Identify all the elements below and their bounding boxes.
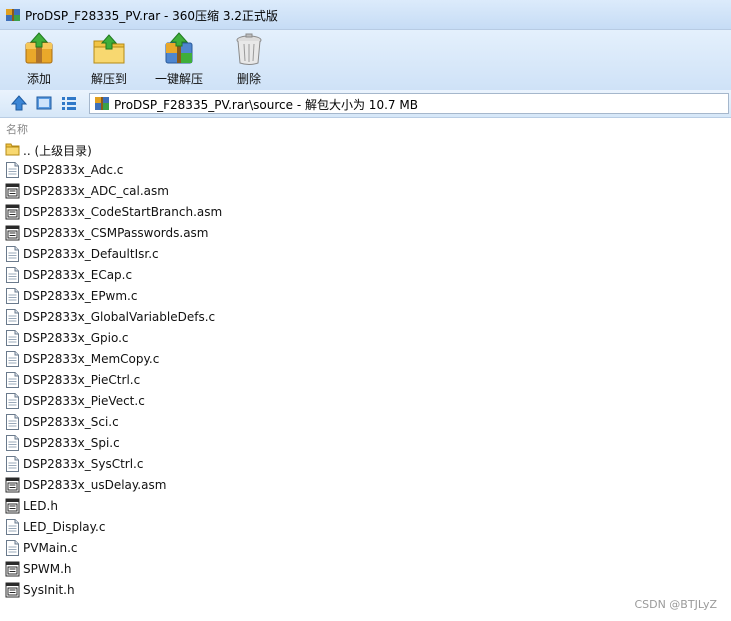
c-source-file-icon [5,456,20,472]
address-bar: ProDSP_F28335_PV.rar\source - 解包大小为 10.7… [0,90,731,118]
large-icon-view-icon[interactable] [35,94,53,112]
file-name: DSP2833x_usDelay.asm [23,478,167,492]
file-name: LED.h [23,499,58,513]
file-row[interactable]: DSP2833x_EPwm.c [0,286,400,307]
file-row[interactable]: SysInit.h [0,580,400,601]
asm-file-icon [5,183,20,199]
file-name: DSP2833x_MemCopy.c [23,352,160,366]
file-row[interactable]: DSP2833x_DefaultIsr.c [0,244,400,265]
folder-icon [5,143,20,156]
add-archive-icon [25,32,53,64]
asm-file-icon [5,477,20,493]
c-source-file-icon [5,288,20,304]
one-click-extract-button[interactable]: 一键解压 [150,30,208,90]
file-row[interactable]: DSP2833x_Adc.c [0,160,400,181]
file-name: DSP2833x_CSMPasswords.asm [23,226,209,240]
file-row[interactable]: DSP2833x_SysCtrl.c [0,454,400,475]
file-row[interactable]: DSP2833x_CodeStartBranch.asm [0,202,400,223]
file-row[interactable]: LED_Display.c [0,517,400,538]
c-source-file-icon [5,393,20,409]
file-row[interactable]: DSP2833x_PieCtrl.c [0,370,400,391]
up-arrow-icon[interactable] [10,94,28,112]
file-name: DSP2833x_Gpio.c [23,331,129,345]
file-row[interactable]: DSP2833x_Gpio.c [0,328,400,349]
address-path: ProDSP_F28335_PV.rar\source - 解包大小为 10.7… [114,98,418,112]
file-row[interactable]: DSP2833x_MemCopy.c [0,349,400,370]
file-row[interactable]: DSP2833x_usDelay.asm [0,475,400,496]
c-source-file-icon [5,414,20,430]
extract-to-label: 解压到 [90,72,127,86]
file-name: DSP2833x_PieCtrl.c [23,373,141,387]
header-file-icon [5,561,20,577]
file-row[interactable]: DSP2833x_ADC_cal.asm [0,181,400,202]
file-name: DSP2833x_DefaultIsr.c [23,247,159,261]
c-source-file-icon [5,540,20,556]
file-name: DSP2833x_SysCtrl.c [23,457,144,471]
file-name: PVMain.c [23,541,78,555]
file-row[interactable]: DSP2833x_GlobalVariableDefs.c [0,307,400,328]
header-file-icon [5,498,20,514]
c-source-file-icon [5,372,20,388]
c-source-file-icon [5,330,20,346]
file-name: SPWM.h [23,562,72,576]
file-name: DSP2833x_CodeStartBranch.asm [23,205,223,219]
archive-icon [95,97,109,110]
trash-can-icon [236,33,262,65]
file-name: DSP2833x_GlobalVariableDefs.c [23,310,216,324]
file-row[interactable]: PVMain.c [0,538,400,559]
one-click-extract-label: 一键解压 [154,72,203,86]
list-view-icon[interactable] [60,94,78,112]
file-name: DSP2833x_ADC_cal.asm [23,184,169,198]
file-row[interactable]: DSP2833x_Spi.c [0,433,400,454]
c-source-file-icon [5,162,20,178]
c-source-file-icon [5,246,20,262]
file-name: LED_Display.c [23,520,106,534]
c-source-file-icon [5,351,20,367]
watermark: CSDN @BTJLyZ [634,598,717,611]
file-name: DSP2833x_PieVect.c [23,394,145,408]
title-bar: ProDSP_F28335_PV.rar - 360压缩 3.2正式版 [0,0,731,30]
file-row[interactable]: DSP2833x_ECap.c [0,265,400,286]
file-row[interactable]: SPWM.h [0,559,400,580]
add-label: 添加 [26,72,51,86]
header-file-icon [5,582,20,598]
delete-button[interactable]: 删除 [224,30,274,90]
one-click-extract-icon [165,32,193,64]
file-row[interactable]: DSP2833x_Sci.c [0,412,400,433]
file-name: SysInit.h [23,583,75,597]
window-title: ProDSP_F28335_PV.rar - 360压缩 3.2正式版 [25,9,278,23]
file-name: DSP2833x_Sci.c [23,415,119,429]
file-row[interactable]: DSP2833x_CSMPasswords.asm [0,223,400,244]
parent-directory-row[interactable]: .. (上级目录) [0,139,400,160]
asm-file-icon [5,204,20,220]
c-source-file-icon [5,309,20,325]
file-row[interactable]: LED.h [0,496,400,517]
toolbar: 添加 解压到 一键解压 删除 [0,30,731,90]
file-name: DSP2833x_Spi.c [23,436,120,450]
address-field[interactable]: ProDSP_F28335_PV.rar\source - 解包大小为 10.7… [89,93,729,114]
add-button[interactable]: 添加 [14,30,64,90]
delete-label: 删除 [236,72,261,86]
file-name: DSP2833x_EPwm.c [23,289,138,303]
file-name: DSP2833x_Adc.c [23,163,124,177]
column-header-name[interactable]: 名称 [6,121,28,137]
file-row[interactable]: DSP2833x_PieVect.c [0,391,400,412]
parent-directory-label: .. (上级目录) [23,144,92,158]
column-header: 名称 [0,118,731,138]
c-source-file-icon [5,267,20,283]
asm-file-icon [5,225,20,241]
extract-to-button[interactable]: 解压到 [84,30,134,90]
c-source-file-icon [5,519,20,535]
c-source-file-icon [5,435,20,451]
extract-folder-icon [93,34,125,64]
file-name: DSP2833x_ECap.c [23,268,133,282]
archive-app-icon [6,9,20,21]
